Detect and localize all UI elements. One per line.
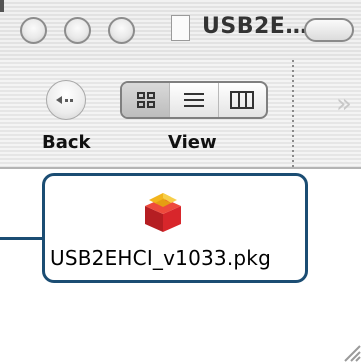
window-title: USB2E… <box>202 14 308 39</box>
file-item[interactable]: USB2EHCI_v1033.pkg <box>42 173 308 283</box>
back-arrow-icon <box>46 80 86 120</box>
file-browser-area[interactable]: USB2EHCI_v1033.pkg <box>0 169 361 362</box>
column-view-icon <box>230 91 255 109</box>
toolbar-separator <box>292 60 294 167</box>
resize-grip-icon[interactable] <box>337 337 361 362</box>
column-view-button[interactable] <box>219 83 266 117</box>
list-view-icon <box>183 93 204 107</box>
toolbar: Back View » <box>0 60 361 169</box>
minimize-button[interactable] <box>64 17 91 44</box>
zoom-button[interactable] <box>108 17 135 44</box>
view-label: View <box>168 132 217 153</box>
package-icon <box>145 193 181 232</box>
finder-window: USB2E… Back View » USB2EHCI_v1033.pkg <box>0 0 361 362</box>
close-button[interactable] <box>20 17 47 44</box>
window-corner-mark <box>0 0 4 12</box>
icon-view-icon <box>136 92 155 108</box>
view-control-group: View <box>120 77 272 161</box>
toolbar-overflow-icon[interactable]: » <box>336 91 352 117</box>
file-name-label: USB2EHCI_v1033.pkg <box>50 246 271 270</box>
icon-view-button[interactable] <box>122 83 171 117</box>
document-proxy-icon[interactable] <box>171 15 190 41</box>
view-segmented-control[interactable] <box>120 81 268 119</box>
toolbar-toggle-button[interactable] <box>304 18 354 42</box>
back-label: Back <box>42 132 91 153</box>
list-view-button[interactable] <box>170 83 219 117</box>
back-button[interactable]: Back <box>34 80 96 153</box>
callout-line <box>0 237 44 240</box>
title-bar[interactable]: USB2E… <box>0 0 361 60</box>
